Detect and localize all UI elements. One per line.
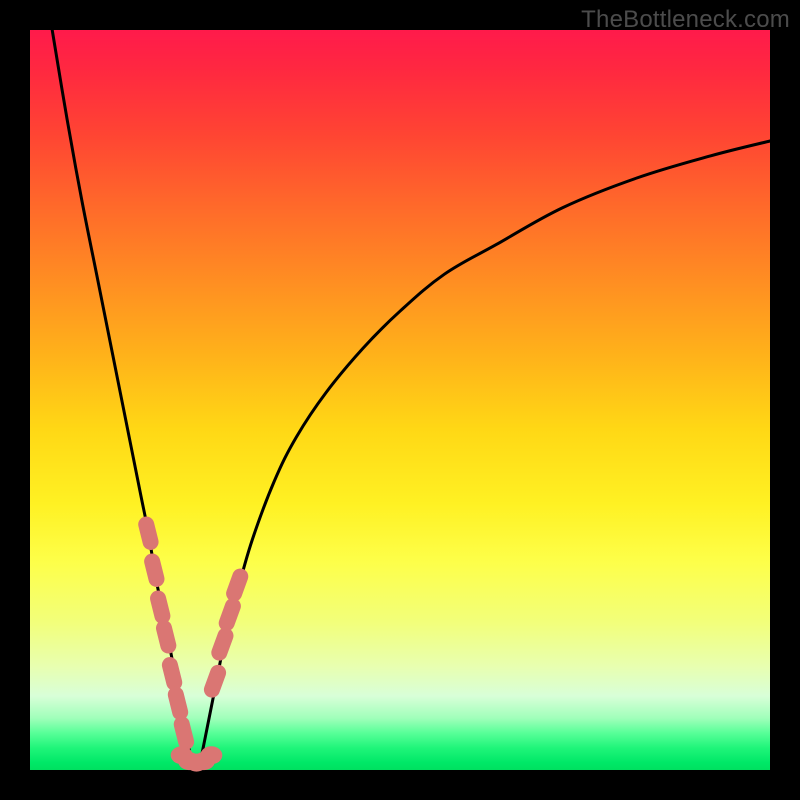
data-marker <box>146 524 150 541</box>
plot-area <box>30 30 770 770</box>
data-marker <box>234 577 240 594</box>
data-marker <box>158 598 162 615</box>
data-marker <box>176 695 180 712</box>
curves-svg <box>30 30 770 770</box>
data-marker <box>182 724 186 741</box>
data-marker <box>219 636 225 653</box>
data-marker <box>227 606 233 623</box>
data-marker <box>212 673 218 690</box>
data-marker <box>200 746 222 764</box>
data-marker <box>164 628 168 645</box>
curve-right-arm <box>200 141 770 763</box>
data-marker <box>170 665 174 682</box>
chart-frame: TheBottleneck.com <box>0 0 800 800</box>
data-marker <box>152 561 156 578</box>
